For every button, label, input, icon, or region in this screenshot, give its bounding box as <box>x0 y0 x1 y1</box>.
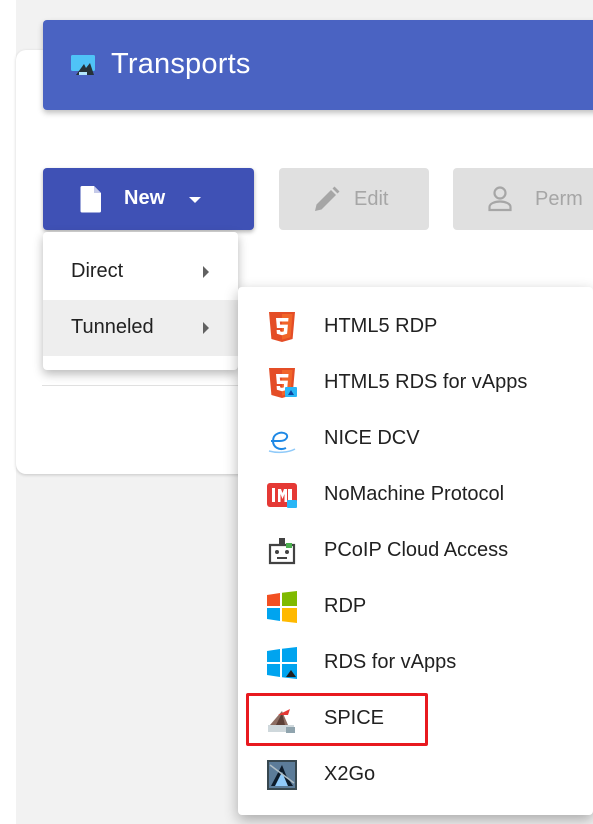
submenu-item-rdp[interactable]: RDP <box>238 579 593 635</box>
submenu-item-x2go[interactable]: X2Go <box>238 747 593 803</box>
submenu-item-label: PCoIP Cloud Access <box>324 539 509 561</box>
submenu-item-html5-rdp[interactable]: HTML5 RDP <box>238 299 593 355</box>
windows-vapps-icon <box>267 647 297 679</box>
new-button-label: New <box>124 187 166 209</box>
tunneled-submenu: HTML5 RDP HTML5 RDS for vApps NICE DCV N… <box>238 287 593 815</box>
pencil-icon <box>315 186 340 211</box>
submenu-item-label: SPICE <box>324 707 385 729</box>
new-dropdown-menu: Direct Tunneled <box>43 232 238 370</box>
page-title: Transports <box>111 48 251 80</box>
submenu-item-rds-vapps[interactable]: RDS for vApps <box>238 635 593 691</box>
permissions-button[interactable]: Perm <box>453 168 593 230</box>
pcoip-icon <box>268 538 296 565</box>
submenu-item-nomachine[interactable]: NoMachine Protocol <box>238 467 593 523</box>
chevron-right-icon <box>203 266 209 278</box>
submenu-item-label: X2Go <box>324 763 376 785</box>
submenu-item-label: NICE DCV <box>324 427 420 449</box>
menu-item-label: Tunneled <box>71 316 154 338</box>
chevron-down-icon <box>189 197 201 203</box>
edit-button[interactable]: Edit <box>279 168 429 230</box>
edit-button-label: Edit <box>354 188 389 210</box>
page-header: Transports <box>43 20 593 110</box>
transports-icon <box>71 55 95 75</box>
menu-item-label: Direct <box>71 260 124 282</box>
nice-dcv-icon <box>268 431 296 454</box>
submenu-item-label: RDS for vApps <box>324 651 457 673</box>
submenu-item-label: RDP <box>324 595 367 617</box>
x2go-icon <box>267 760 297 790</box>
submenu-item-spice[interactable]: SPICE <box>238 691 593 747</box>
html5-vapps-icon <box>269 368 297 398</box>
new-button[interactable]: New <box>43 168 254 230</box>
submenu-item-html5-rds-vapps[interactable]: HTML5 RDS for vApps <box>238 355 593 411</box>
spice-icon <box>268 709 295 733</box>
person-icon <box>488 186 512 212</box>
submenu-item-nice-dcv[interactable]: NICE DCV <box>238 411 593 467</box>
permissions-button-label: Perm <box>535 188 583 210</box>
submenu-item-label: NoMachine Protocol <box>324 483 505 505</box>
submenu-item-label: HTML5 RDP <box>324 315 438 337</box>
file-icon <box>80 186 101 213</box>
menu-item-direct[interactable]: Direct <box>43 244 238 300</box>
submenu-item-pcoip[interactable]: PCoIP Cloud Access <box>238 523 593 579</box>
nomachine-icon <box>267 483 297 508</box>
submenu-item-label: HTML5 RDS for vApps <box>324 371 528 393</box>
chevron-right-icon <box>203 322 209 334</box>
menu-item-tunneled[interactable]: Tunneled <box>43 300 238 356</box>
left-margin <box>0 0 16 824</box>
html5-icon <box>269 312 295 342</box>
windows-icon <box>267 591 297 623</box>
